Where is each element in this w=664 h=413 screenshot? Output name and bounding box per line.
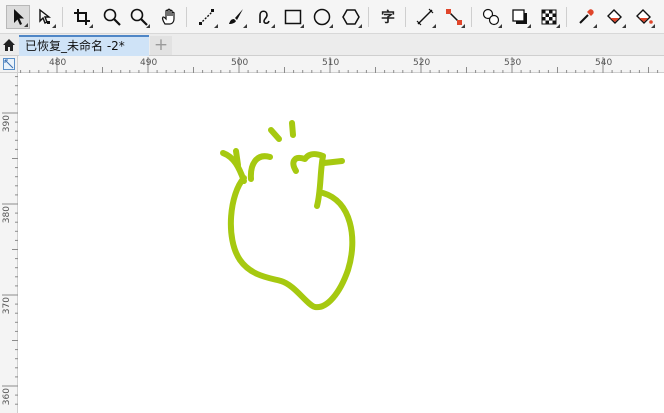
freehand-tool-button[interactable] [195, 5, 219, 29]
freehand-heart-drawing[interactable] [220, 120, 356, 311]
new-document-tab-button[interactable]: + [150, 36, 172, 55]
right-vessel [290, 151, 326, 209]
document-tab-bar: 已恢复_未命名 -2* + [0, 34, 664, 56]
crop-tool-button[interactable] [70, 5, 94, 29]
ruler-v-label: 380 [2, 206, 12, 223]
ruler-h-label: 530 [504, 58, 521, 68]
top-stroke-right [289, 120, 296, 138]
vertical-ruler[interactable]: 390 380 370 360 [0, 73, 18, 413]
heart-outline [227, 175, 356, 311]
ruler-origin-icon [2, 58, 15, 70]
document-tab[interactable]: 已恢复_未命名 -2* [19, 35, 149, 56]
pan-tool-button[interactable] [157, 5, 181, 29]
ruler-h-label: 510 [322, 58, 339, 68]
ruler-v-label: 370 [2, 297, 12, 314]
blend-tool-button[interactable] [479, 5, 503, 29]
ruler-v-label: 390 [2, 115, 12, 132]
eyedropper-tool-button[interactable] [574, 5, 598, 29]
shape-tool-button[interactable] [33, 5, 57, 29]
ruler-h-label: 490 [140, 58, 157, 68]
toolbox: 字 [0, 0, 664, 34]
zoom-icon [103, 8, 121, 26]
ruler-v-label: 360 [2, 388, 12, 405]
text-tool-button[interactable]: 字 [376, 5, 400, 29]
drawing-canvas[interactable] [18, 73, 664, 413]
horizontal-ruler[interactable]: 480 490 500 510 520 530 540 [18, 56, 664, 73]
drop-shadow-tool-button[interactable] [508, 5, 532, 29]
top-stroke-left [268, 127, 282, 142]
left-vessel [220, 150, 247, 184]
home-button[interactable] [0, 34, 18, 55]
ellipse-tool-button[interactable] [310, 5, 334, 29]
ruler-origin-button[interactable] [0, 56, 18, 73]
connector-tool-button[interactable] [442, 5, 466, 29]
pick-tool-button[interactable] [6, 5, 30, 29]
artistic-media-tool-button[interactable] [224, 5, 248, 29]
ruler-h-label: 480 [49, 58, 66, 68]
rectangle-tool-button[interactable] [281, 5, 305, 29]
right-vessel-branch [321, 158, 345, 166]
smart-drawing-tool-button[interactable] [252, 5, 276, 29]
ruler-h-label: 520 [413, 58, 430, 68]
zoom-tool-button[interactable] [100, 5, 124, 29]
ruler-h-label: 540 [595, 58, 612, 68]
polygon-tool-button[interactable] [339, 5, 363, 29]
transparency-tool-button[interactable] [537, 5, 561, 29]
left-vessel-branch [233, 148, 241, 168]
zoom-tool-alt-button[interactable] [127, 5, 151, 29]
middle-vessel [247, 153, 273, 182]
dimension-tool-button[interactable] [413, 5, 437, 29]
hand-icon [162, 8, 175, 25]
ruler-h-label: 500 [231, 58, 248, 68]
smart-fill-tool-button[interactable] [632, 5, 656, 29]
home-icon [3, 38, 15, 51]
text-icon: 字 [381, 10, 395, 26]
interactive-fill-tool-button[interactable] [603, 5, 627, 29]
